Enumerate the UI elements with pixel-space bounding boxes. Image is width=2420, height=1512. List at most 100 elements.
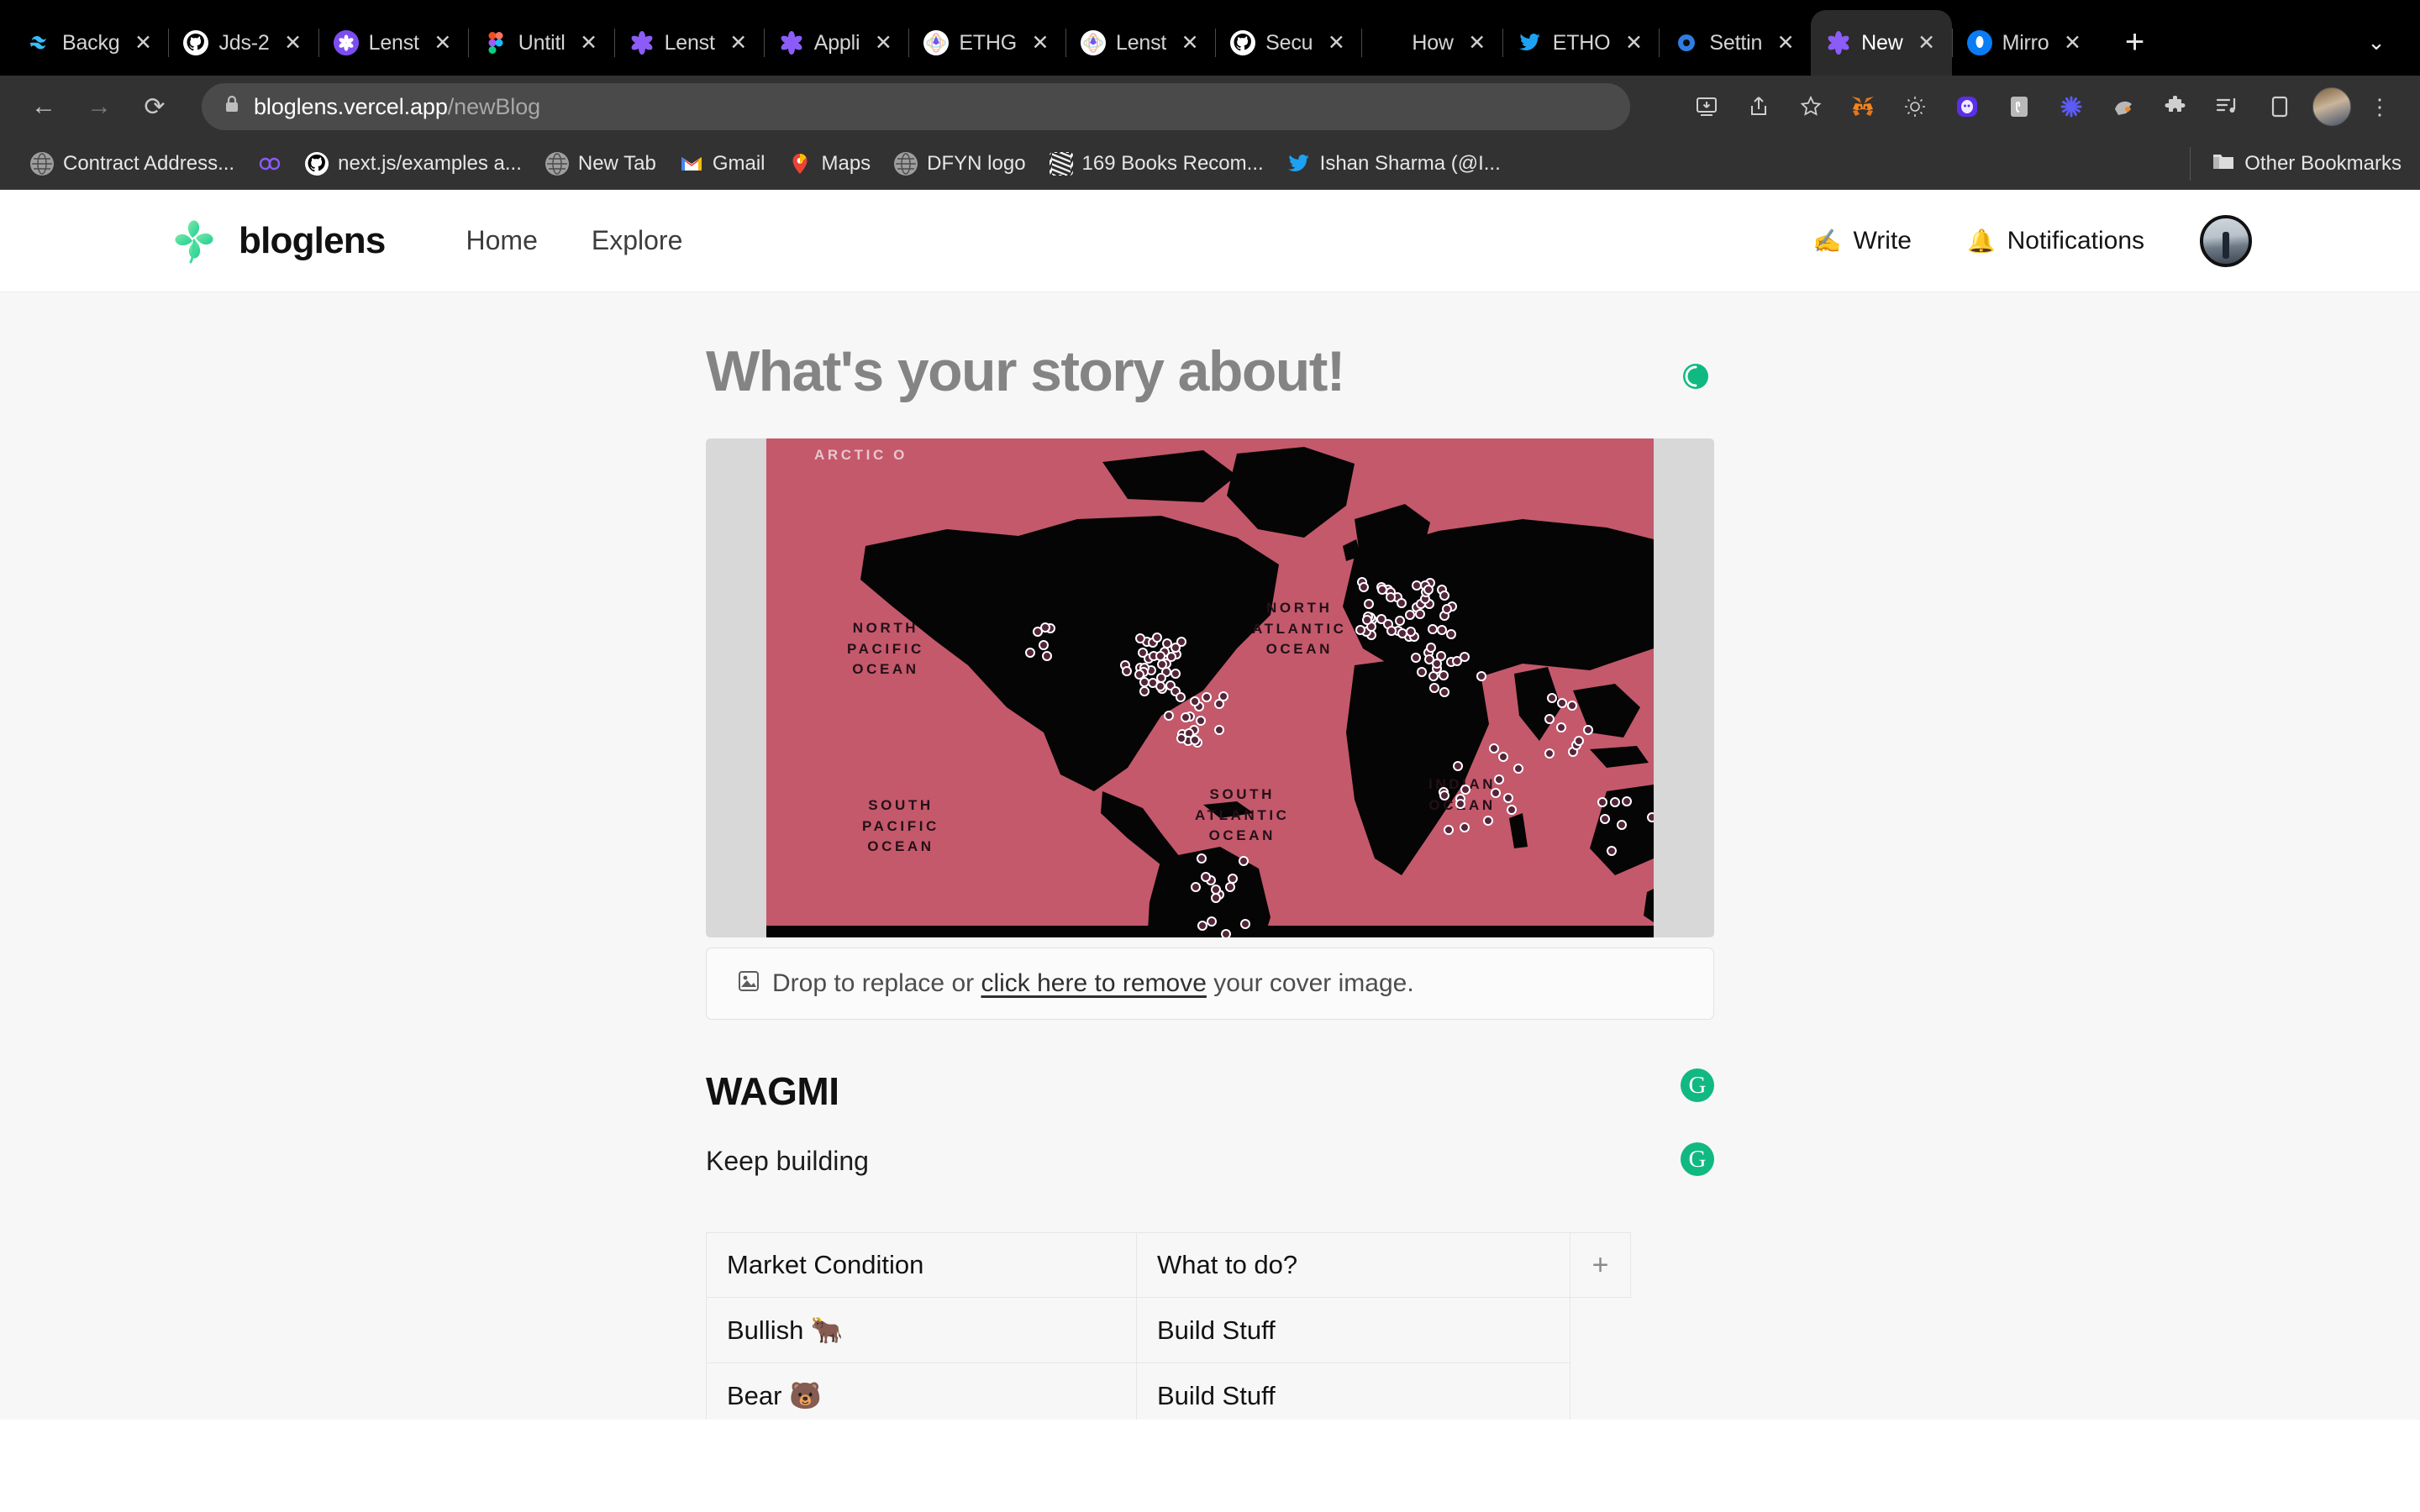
extensions-puzzle-icon[interactable] (2149, 81, 2202, 133)
browser-tab[interactable]: Jds-2 ✕ (168, 10, 318, 76)
browser-tab[interactable]: Lenst ✕ (613, 10, 764, 76)
forward-button[interactable]: → (74, 81, 124, 132)
close-icon[interactable]: ✕ (429, 29, 456, 56)
map-marker (1386, 591, 1397, 602)
browser-tab[interactable]: Backg ✕ (12, 10, 168, 76)
close-icon[interactable]: ✕ (1027, 29, 1054, 56)
tab-title: Secu (1265, 30, 1313, 55)
back-button[interactable]: ← (18, 81, 69, 132)
browser-tab[interactable]: New ✕ (1811, 10, 1952, 76)
reload-button[interactable]: ⟳ (129, 81, 180, 132)
story-title-input[interactable]: What's your story about! (706, 339, 1677, 403)
close-icon[interactable]: ✕ (1464, 29, 1491, 56)
clover-icon (168, 215, 220, 267)
close-icon[interactable]: ✕ (1176, 29, 1203, 56)
close-icon[interactable]: ✕ (129, 29, 156, 56)
browser-tab[interactable]: Settin ✕ (1659, 10, 1811, 76)
table-header-cell[interactable]: What to do? (1136, 1232, 1570, 1299)
heading-block: WAGMI G (706, 1068, 1714, 1114)
close-icon[interactable]: ✕ (870, 29, 897, 56)
close-icon[interactable]: ✕ (1772, 29, 1799, 56)
bookmark-item[interactable]: DFYN logo (882, 144, 1037, 184)
browser-tab[interactable]: How ✕ (1361, 10, 1502, 76)
map-marker (1211, 892, 1221, 903)
cover-image[interactable]: ARCTIC O NORTH PACIFIC OCEAN NORTH ATLANTIC OC… (706, 438, 1714, 938)
write-button[interactable]: ✍️ Write (1813, 227, 1912, 255)
add-column-button[interactable]: + (1570, 1232, 1631, 1299)
ethereum-icon (923, 30, 950, 55)
notifications-button[interactable]: 🔔 Notifications (1967, 227, 2144, 255)
new-tab-button[interactable]: + (2112, 18, 2159, 66)
tab-search-button[interactable]: ⌄ (2354, 20, 2398, 64)
close-icon[interactable]: ✕ (280, 29, 307, 56)
browser-tab[interactable]: ETHO ✕ (1502, 10, 1660, 76)
close-icon[interactable]: ✕ (2060, 29, 2086, 56)
bookmarks-container: Contract Address... next.js/examples a...… (18, 144, 1512, 184)
share-icon[interactable] (1733, 81, 1785, 133)
install-icon[interactable] (1681, 81, 1733, 133)
metamask-icon[interactable] (1837, 81, 1889, 133)
table-cell[interactable]: Build Stuff (1136, 1297, 1570, 1364)
brightness-icon[interactable] (1889, 81, 1941, 133)
bookmark-item[interactable]: Contract Address... (18, 144, 246, 184)
tab-separator (1215, 29, 1217, 57)
bookmark-star-icon[interactable] (1785, 81, 1837, 133)
blog-heading[interactable]: WAGMI (706, 1068, 1580, 1114)
remove-cover-link[interactable]: click here to remove (981, 969, 1206, 997)
bookmark-item[interactable]: New Tab (534, 144, 668, 184)
close-icon[interactable]: ✕ (725, 29, 752, 56)
table-header-cell[interactable]: Market Condition (706, 1232, 1137, 1299)
lens-flower-icon (779, 30, 804, 55)
bookmark-item[interactable]: 169 Books Recom... (1038, 144, 1276, 184)
asterisk-extension-icon[interactable] (2045, 81, 2097, 133)
close-icon[interactable]: ✕ (1323, 29, 1349, 56)
cover-drop-bar[interactable]: Drop to replace or click here to remove … (706, 948, 1714, 1021)
map-marker (1152, 632, 1163, 643)
media-playlist-icon[interactable] (2202, 81, 2254, 133)
content-table[interactable]: Market Condition What to do? + Bullish 🐂 Bui… (706, 1232, 1631, 1420)
cover-drop-text: Drop to replace or click here to remove … (772, 969, 1414, 998)
nav-link-explore[interactable]: Explore (592, 225, 683, 256)
bookmark-item[interactable] (246, 144, 293, 184)
reading-list-icon[interactable] (2254, 81, 2306, 133)
browser-tab[interactable]: Lenst ✕ (318, 10, 468, 76)
nav-link-home[interactable]: Home (466, 225, 538, 256)
brand-logo[interactable]: bloglens (168, 215, 386, 267)
map-marker (1201, 871, 1212, 882)
map-marker (1439, 790, 1449, 801)
bookmark-item[interactable]: Ishan Sharma (@I... (1276, 144, 1512, 184)
chrome-menu-button[interactable]: ⋮ (2358, 81, 2402, 133)
rabby-icon[interactable] (2097, 81, 2149, 133)
browser-tab[interactable]: Untitl ✕ (467, 10, 614, 76)
browser-tab[interactable]: Appli ✕ (763, 10, 909, 76)
table-cell[interactable]: Bear 🐻 (706, 1362, 1137, 1420)
close-icon[interactable]: ✕ (576, 29, 602, 56)
book-icon (1049, 151, 1073, 176)
avatar[interactable] (2200, 214, 2252, 267)
bookmark-item[interactable]: Gmail (668, 144, 777, 184)
browser-tab[interactable]: Lenst ✕ (1065, 10, 1215, 76)
map-marker (1494, 774, 1505, 785)
browser-tab[interactable]: Secu ✕ (1215, 10, 1361, 76)
grammarly-badge-icon[interactable]: G (1681, 1068, 1714, 1103)
map-marker (1415, 608, 1426, 619)
close-icon[interactable]: ✕ (1620, 29, 1647, 56)
browser-tab[interactable]: Mirro ✕ (1951, 10, 2098, 76)
map-marker (1423, 584, 1434, 595)
close-icon[interactable]: ✕ (1913, 29, 1940, 56)
table-cell[interactable]: Build Stuff (1136, 1362, 1570, 1420)
phantom-icon[interactable] (1941, 81, 1993, 133)
bookmark-item[interactable]: next.js/examples a... (293, 144, 534, 184)
bookmark-item[interactable]: Maps (776, 144, 882, 184)
grammarly-badge-icon[interactable]: G (1681, 1142, 1714, 1177)
app-header: bloglens Home Explore ✍️ Write 🔔 Notific… (0, 190, 2420, 292)
lens-circle-icon (333, 30, 359, 55)
table-cell[interactable]: Bullish 🐂 (706, 1297, 1137, 1364)
tab-manager-icon[interactable] (1993, 81, 2045, 133)
chrome-profile-avatar[interactable] (2312, 87, 2351, 126)
blog-paragraph[interactable]: Keep building (706, 1146, 1580, 1177)
other-bookmarks-button[interactable]: Other Bookmarks (2190, 146, 2402, 181)
tab-title: Settin (1709, 30, 1763, 55)
address-bar[interactable]: bloglens.vercel.app/newBlog (202, 83, 1630, 130)
browser-tab[interactable]: ETHG ✕ (908, 10, 1065, 76)
